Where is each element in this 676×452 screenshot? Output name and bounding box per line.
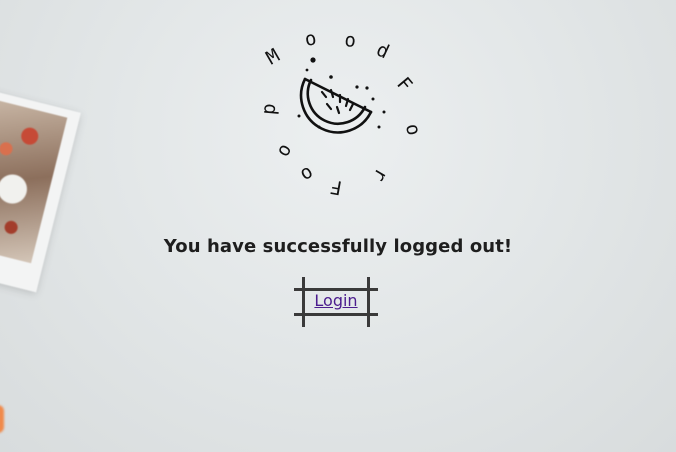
decorative-orange-shape — [0, 405, 4, 433]
logo-letter: r — [368, 165, 393, 186]
watermelon-seeds — [320, 88, 355, 115]
logo-letter: o — [401, 122, 425, 137]
logo-dots — [297, 57, 386, 129]
logo-letter: F — [392, 73, 416, 96]
logo-letter: M — [263, 45, 284, 70]
logo-letter: o — [273, 141, 298, 162]
food-photo-card — [0, 88, 81, 293]
logo-letter: d — [259, 103, 282, 116]
logo-letter: F — [329, 175, 344, 199]
logo-letter: d — [373, 39, 393, 64]
logo-letter: o — [344, 29, 357, 52]
logo-letter: o — [297, 162, 318, 187]
food-mood-logo: F o o d M o o d F o r — [247, 24, 427, 198]
watermelon-slice-icon — [299, 77, 373, 134]
logo-svg: F o o d M o o d F o r — [259, 27, 425, 198]
logout-success-message: You have successfully logged out! — [163, 236, 513, 257]
logo-letter: o — [303, 27, 318, 51]
frame-bottom-line — [294, 313, 378, 316]
login-link[interactable]: Login — [294, 291, 378, 310]
login-frame: Login — [294, 277, 378, 327]
